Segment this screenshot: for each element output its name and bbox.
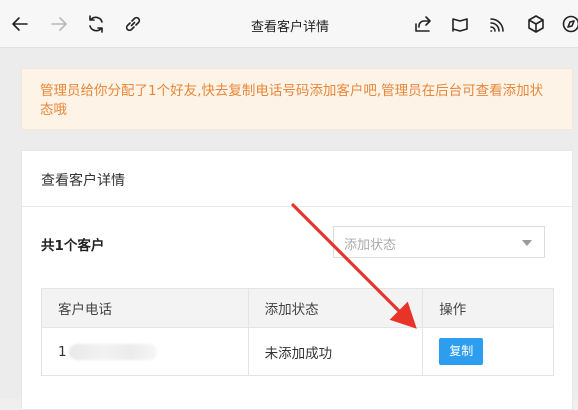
notice-banner: 管理员给你分配了1个好友,快去复制电话号码添加客户吧,管理员在后台可查看添加状态… (21, 68, 573, 130)
status-filter-placeholder: 添加状态 (344, 238, 396, 253)
column-header-action: 操作 (423, 289, 554, 328)
link-icon[interactable] (121, 12, 145, 36)
flag-icon[interactable] (448, 12, 472, 36)
share-icon[interactable] (411, 12, 435, 36)
forward-arrow-icon[interactable] (47, 12, 71, 36)
back-arrow-icon[interactable] (8, 12, 32, 36)
phone-blurred-digits (69, 344, 157, 360)
customer-count: 共1个客户 (41, 234, 104, 254)
action-cell: 复制 (423, 328, 554, 376)
customer-table: 客户电话 添加状态 操作 1 未添加成功 复制 (41, 288, 554, 376)
status-filter-select[interactable]: 添加状态 (333, 226, 545, 258)
phone-visible-digit: 1 (58, 344, 67, 360)
column-header-status: 添加状态 (248, 289, 423, 328)
page-content: 管理员给你分配了1个好友,快去复制电话号码添加客户吧,管理员在后台可查看添加状态… (0, 48, 578, 399)
table-row: 1 未添加成功 复制 (42, 328, 554, 376)
status-cell: 未添加成功 (248, 328, 423, 376)
browser-toolbar: 查看客户详情 (0, 0, 578, 48)
copy-button[interactable]: 复制 (439, 338, 483, 365)
cast-icon[interactable] (486, 12, 510, 36)
cube-icon[interactable] (524, 12, 548, 36)
table-header-row: 客户电话 添加状态 操作 (42, 289, 554, 328)
customer-detail-card: 查看客户详情 共1个客户 添加状态 客户电话 添加状态 操作 1 未添加成功 (21, 150, 573, 410)
caret-down-icon (522, 240, 532, 246)
column-header-phone: 客户电话 (42, 289, 249, 328)
compass-icon[interactable] (559, 12, 578, 36)
refresh-icon[interactable] (84, 12, 108, 36)
card-title: 查看客户详情 (22, 151, 572, 207)
page-title: 查看客户详情 (200, 16, 380, 35)
phone-cell: 1 (42, 328, 249, 376)
